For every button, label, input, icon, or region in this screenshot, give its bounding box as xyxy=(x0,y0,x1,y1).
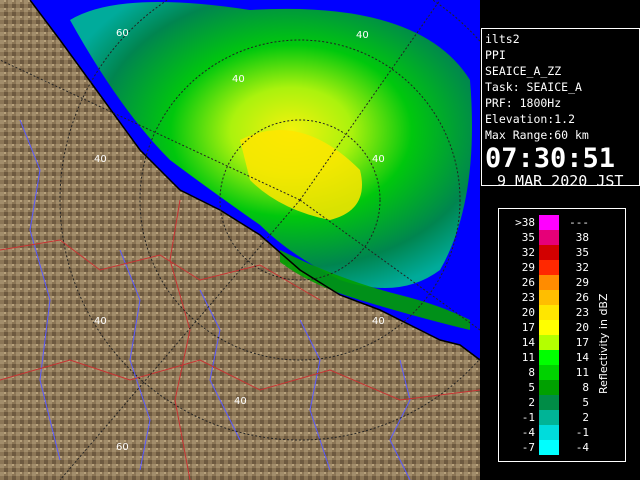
scan-time: 07:30:51 xyxy=(485,143,616,174)
legend-high-value: 32 xyxy=(575,261,589,274)
legend-swatch xyxy=(539,290,559,305)
legend-high-value: 35 xyxy=(575,246,589,259)
legend-row: 8 11 xyxy=(499,365,599,380)
legend-high-value: 5 xyxy=(582,396,589,409)
legend-low-value: 5 xyxy=(528,381,535,394)
legend-high-value: -4 xyxy=(575,441,589,454)
range-label: 40 xyxy=(372,316,385,327)
legend-swatch xyxy=(539,365,559,380)
legend-low-value: 35 xyxy=(521,231,535,244)
scan-mode: PPI xyxy=(485,48,506,62)
legend-high-value: 38 xyxy=(575,231,589,244)
legend-low-value: 20 xyxy=(521,306,535,319)
legend-swatch xyxy=(539,215,559,230)
legend-row: 29 32 xyxy=(499,260,599,275)
legend-swatch xyxy=(539,230,559,245)
legend-row: -1 2 xyxy=(499,410,599,425)
radar-map[interactable]: 60 40 40 40 40 40 40 60 40 xyxy=(0,0,480,480)
range-label: 60 xyxy=(116,442,129,453)
info-panel: ilts2 PPI SEAICE_A_ZZ Task: SEAICE_A PRF… xyxy=(481,28,640,190)
range-label: 40 xyxy=(94,154,107,165)
legend-row: 25 xyxy=(499,395,599,410)
legend-row: 58 xyxy=(499,380,599,395)
legend-low-value: 11 xyxy=(521,351,535,364)
range-label: 40 xyxy=(356,30,369,41)
legend-low-value: >38 xyxy=(515,216,535,229)
legend-row: 17 20 xyxy=(499,320,599,335)
task-name: Task: SEAICE_A xyxy=(485,80,582,94)
prf-value: PRF: 1800Hz xyxy=(485,96,562,110)
legend-low-value: 26 xyxy=(521,276,535,289)
legend-low-value: 8 xyxy=(528,366,535,379)
legend-high-value: 20 xyxy=(575,321,589,334)
legend-low-value: -7 xyxy=(521,441,535,454)
legend-high-value: 14 xyxy=(575,351,589,364)
range-label: 40 xyxy=(372,154,385,165)
legend-high-value: 17 xyxy=(575,336,589,349)
legend-high-value: 2 xyxy=(582,411,589,424)
range-label: 40 xyxy=(232,74,245,85)
legend-high-value: 8 xyxy=(582,381,589,394)
legend-swatch xyxy=(539,335,559,350)
legend-low-value: -4 xyxy=(521,426,535,439)
legend-low-value: 17 xyxy=(521,321,535,334)
legend-low-value: 2 xyxy=(528,396,535,409)
legend-high-value: -1 xyxy=(575,426,589,439)
legend-high-value: 29 xyxy=(575,276,589,289)
max-range-value: Max Range:60 km xyxy=(485,128,589,142)
legend-row: 14 17 xyxy=(499,335,599,350)
legend-row: 32 35 xyxy=(499,245,599,260)
legend-low-value: -1 xyxy=(521,411,535,424)
legend-row: 35 38 xyxy=(499,230,599,245)
legend-swatch xyxy=(539,440,559,455)
legend-swatch xyxy=(539,260,559,275)
legend-high-value: 23 xyxy=(575,306,589,319)
range-label: 40 xyxy=(234,396,247,407)
legend-swatch xyxy=(539,350,559,365)
legend-row: 23 26 xyxy=(499,290,599,305)
legend-swatch xyxy=(539,320,559,335)
legend-low-value: 32 xyxy=(521,246,535,259)
product-name: SEAICE_A_ZZ xyxy=(485,64,562,78)
radar-map-canvas: 60 40 40 40 40 40 40 60 40 xyxy=(0,0,480,480)
legend-swatch xyxy=(539,275,559,290)
legend-high-value: --- xyxy=(569,216,589,229)
legend-swatch xyxy=(539,410,559,425)
legend-low-value: 14 xyxy=(521,336,535,349)
legend-swatch xyxy=(539,380,559,395)
range-label: 60 xyxy=(116,28,129,39)
legend-low-value: 23 xyxy=(521,291,535,304)
legend-swatch xyxy=(539,425,559,440)
legend-row: -7 -4 xyxy=(499,440,599,455)
legend-row: 26 29 xyxy=(499,275,599,290)
range-label: 40 xyxy=(94,316,107,327)
legend-swatch xyxy=(539,395,559,410)
legend-low-value: 29 xyxy=(521,261,535,274)
elevation-value: Elevation:1.2 xyxy=(485,112,576,126)
legend-swatch xyxy=(539,245,559,260)
legend-high-value: 26 xyxy=(575,291,589,304)
legend-row: >38 --- xyxy=(499,215,599,230)
legend-unit: Reflectivity in dBZ xyxy=(597,293,610,395)
legend-row: -4 -1 xyxy=(499,425,599,440)
scan-date: 9 MAR 2020 JST xyxy=(497,172,624,190)
site-name: ilts2 xyxy=(485,32,520,46)
legend-row: 20 23 xyxy=(499,305,599,320)
legend-row: 11 14 xyxy=(499,350,599,365)
legend-high-value: 11 xyxy=(575,366,589,379)
color-legend: >38 --- 35 38 32 35 29 32 26 29 23 26 20 23 17 20 14 17 11… xyxy=(498,208,626,462)
legend-swatch xyxy=(539,305,559,320)
